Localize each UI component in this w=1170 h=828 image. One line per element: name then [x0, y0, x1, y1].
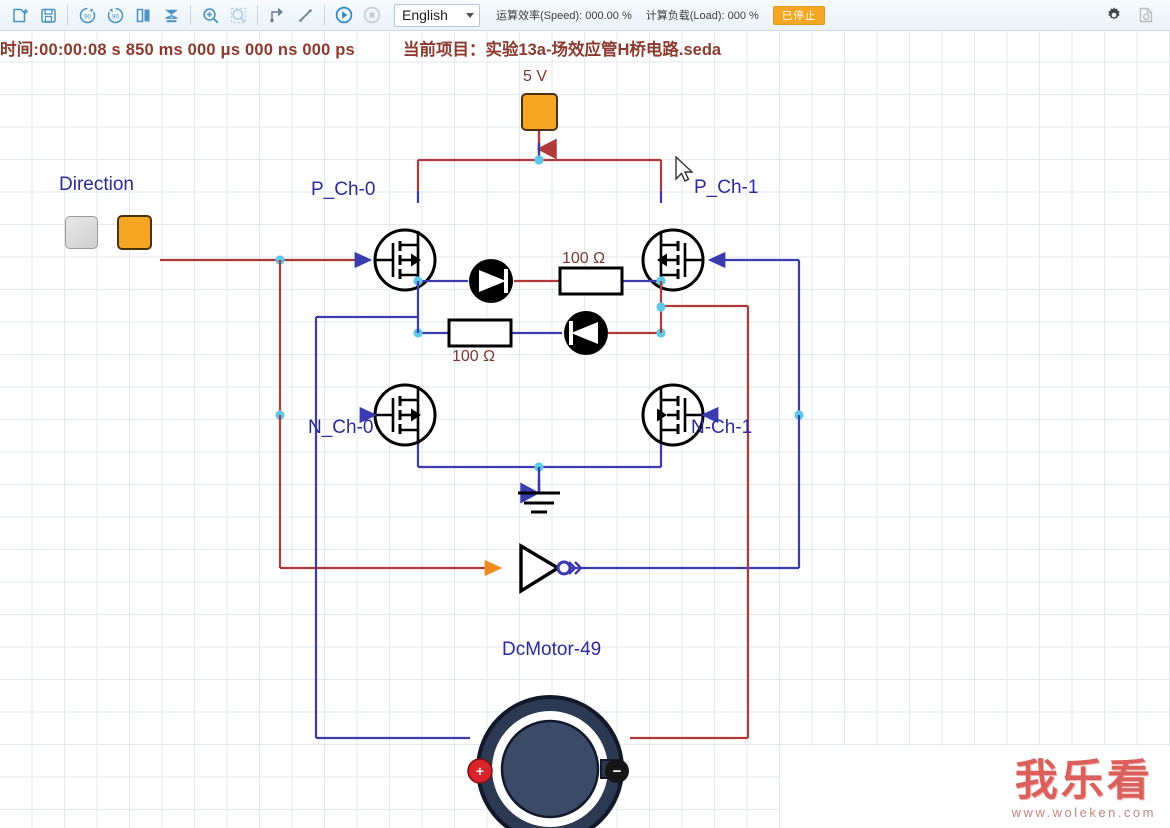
mouse-cursor: [675, 155, 694, 182]
flip-horizontal-icon[interactable]: [130, 3, 156, 27]
load-readout: 计算负载(Load): 000 %: [645, 10, 759, 22]
mosfet-n-ch-1-label: N-Ch-1: [691, 417, 753, 438]
dc-motor-symbol[interactable]: + −: [467, 695, 629, 828]
led-forward-symbol[interactable]: [469, 259, 513, 303]
direction-toggle-switch[interactable]: [117, 215, 152, 250]
mosfet-n-ch-0-label: N_Ch-0: [308, 417, 374, 438]
svg-text:+: +: [476, 763, 484, 779]
chevron-down-icon: [466, 12, 474, 18]
schematic-canvas[interactable]: + − 5 V Direction P_Ch-0 P_Ch-1 N_Ch-0 N…: [0, 31, 1170, 828]
flip-vertical-icon[interactable]: [158, 3, 184, 27]
mosfet-p-ch-1-label: P_Ch-1: [694, 177, 759, 198]
toolbar-divider: [257, 5, 258, 25]
rotate-cw-90-icon[interactable]: 90: [74, 3, 100, 27]
speed-readout: 运算效率(Speed): 000.00 %: [496, 10, 632, 22]
polyline-wire-icon[interactable]: [264, 3, 290, 27]
bus-left-motor: [314, 315, 470, 740]
toolbar-right-group: [1100, 3, 1164, 27]
wire-direction-to-p-ch-0: [160, 251, 503, 577]
mosfet-n-ch-0-symbol[interactable]: [359, 383, 437, 447]
ground-symbol[interactable]: [518, 467, 560, 514]
direction-indicator-lamp[interactable]: [65, 216, 98, 249]
branch-led-resistor-top: [413, 276, 666, 286]
toolbar-divider: [67, 5, 68, 25]
status-badge: 已停止: [772, 5, 826, 25]
main-toolbar: 90 90 English 运算效率(Speed): 000.00 % 计算负载…: [0, 0, 1170, 31]
language-select-value: English: [402, 7, 448, 23]
svg-text:−: −: [613, 763, 622, 780]
top-power-rail: [416, 155, 663, 203]
resistor-bottom-symbol[interactable]: [447, 318, 513, 348]
zoom-fit-icon[interactable]: [225, 3, 251, 27]
toolbar-divider: [190, 5, 191, 25]
resistor-top-symbol[interactable]: [558, 266, 624, 296]
save-icon[interactable]: [35, 3, 61, 27]
junction-node: [534, 155, 544, 165]
toolbar-divider: [324, 5, 325, 25]
resistor-bottom-label: 100 Ω: [452, 348, 496, 365]
toolbar-status-group: 运算效率(Speed): 000.00 % 计算负载(Load): 000 % …: [496, 5, 826, 25]
svg-text:90: 90: [83, 13, 91, 20]
junction-node: [656, 302, 666, 312]
zoom-in-icon[interactable]: [197, 3, 223, 27]
settings-gear-icon[interactable]: [1101, 3, 1127, 27]
direction-label: Direction: [59, 174, 134, 195]
export-doc-icon[interactable]: [1133, 3, 1159, 27]
run-icon[interactable]: [331, 3, 357, 27]
bus-right-motor: [630, 304, 750, 740]
watermark-url: www.woleken.com: [1011, 805, 1156, 820]
straight-wire-icon[interactable]: [292, 3, 318, 27]
svg-text:90: 90: [111, 13, 119, 20]
stop-icon[interactable]: [359, 3, 385, 27]
rotate-ccw-90-icon[interactable]: 90: [102, 3, 128, 27]
language-select[interactable]: English: [394, 3, 480, 27]
resistor-top-label: 100 Ω: [562, 250, 606, 267]
watermark-brand: 我乐看: [1014, 757, 1153, 805]
watermark: 我乐看 www.woleken.com: [1011, 757, 1156, 821]
supply-5v-block[interactable]: [521, 93, 558, 131]
dc-motor-label: DcMotor-49: [502, 639, 602, 660]
new-file-icon[interactable]: [7, 3, 33, 27]
supply-5v-label: 5 V: [523, 68, 548, 85]
mosfet-p-ch-0-label: P_Ch-0: [311, 179, 376, 200]
led-reverse-symbol[interactable]: [564, 311, 608, 355]
schematic-drawing: + −: [160, 131, 804, 828]
